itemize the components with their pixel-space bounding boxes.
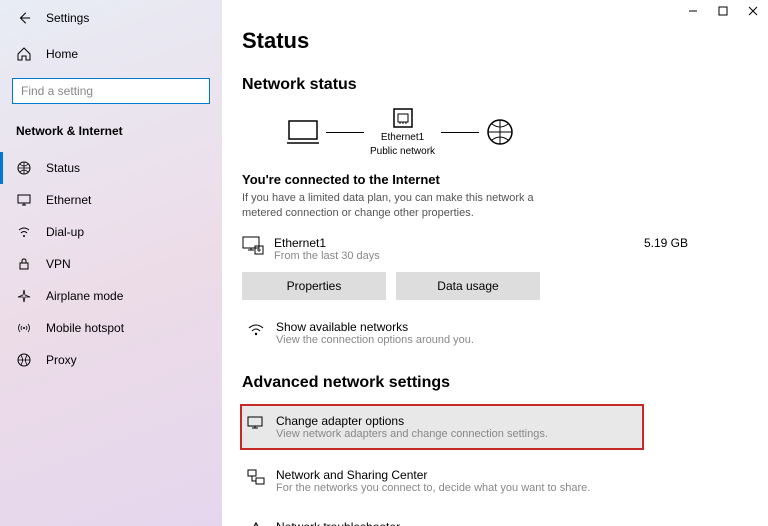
link-text: Change adapter options View network adap… bbox=[276, 414, 548, 440]
vpn-icon bbox=[16, 256, 32, 272]
link-sub: For the networks you connect to, decide … bbox=[276, 482, 590, 494]
nav-label: Proxy bbox=[46, 353, 77, 367]
computer-icon bbox=[286, 118, 320, 146]
back-button[interactable] bbox=[16, 10, 32, 26]
globe-large-icon bbox=[485, 117, 515, 147]
link-title: Network and Sharing Center bbox=[276, 468, 590, 482]
link-sub: View the connection options around you. bbox=[276, 334, 474, 346]
wifi-icon bbox=[246, 320, 266, 340]
diagram-adapter: Ethernet1 Public network bbox=[370, 106, 435, 158]
nav-hotspot[interactable]: Mobile hotspot bbox=[12, 312, 210, 344]
nav-label: Mobile hotspot bbox=[46, 321, 124, 335]
link-sub: View network adapters and change connect… bbox=[276, 428, 548, 440]
minimize-icon bbox=[688, 6, 698, 16]
globe-icon bbox=[16, 160, 32, 176]
connected-desc: If you have a limited data plan, you can… bbox=[242, 191, 572, 222]
search-input[interactable] bbox=[21, 84, 201, 98]
diagram-line bbox=[326, 132, 364, 133]
connection-info: Ethernet1 From the last 30 days bbox=[274, 236, 380, 262]
arrow-left-icon bbox=[17, 11, 31, 25]
window-controls bbox=[686, 4, 760, 18]
network-diagram: Ethernet1 Public network bbox=[286, 106, 748, 158]
hotspot-icon bbox=[16, 320, 32, 336]
properties-button[interactable]: Properties bbox=[242, 272, 386, 300]
airplane-icon bbox=[16, 288, 32, 304]
show-networks-link[interactable]: Show available networks View the connect… bbox=[242, 314, 748, 352]
connected-heading: You're connected to the Internet bbox=[242, 172, 748, 187]
close-button[interactable] bbox=[746, 4, 760, 18]
ethernet-adapter-icon bbox=[391, 106, 415, 130]
nav-label: Ethernet bbox=[46, 193, 91, 207]
nav-status[interactable]: Status bbox=[12, 152, 210, 184]
connection-row: Ethernet1 From the last 30 days 5.19 GB bbox=[242, 236, 748, 262]
titlebar-row: Settings bbox=[12, 10, 210, 26]
nav-label: VPN bbox=[46, 257, 71, 271]
ethernet-icon bbox=[242, 236, 264, 256]
network-sharing-center-link[interactable]: Network and Sharing Center For the netwo… bbox=[242, 462, 748, 500]
link-text: Network troubleshooter Diagnose and fix … bbox=[276, 520, 451, 526]
category-header: Network & Internet bbox=[12, 120, 210, 142]
dialup-icon bbox=[16, 224, 32, 240]
page-title: Status bbox=[242, 28, 748, 54]
network-troubleshooter-link[interactable]: Network troubleshooter Diagnose and fix … bbox=[242, 514, 748, 526]
connection-usage: 5.19 GB bbox=[644, 236, 688, 250]
network-status-heading: Network status bbox=[242, 76, 748, 94]
home-nav[interactable]: Home bbox=[12, 40, 210, 68]
maximize-icon bbox=[718, 6, 728, 16]
connection-name: Ethernet1 bbox=[274, 236, 380, 250]
change-adapter-options-link[interactable]: Change adapter options View network adap… bbox=[242, 406, 642, 448]
link-text: Network and Sharing Center For the netwo… bbox=[276, 468, 590, 494]
diagram-line bbox=[441, 132, 479, 133]
nav-vpn[interactable]: VPN bbox=[12, 248, 210, 280]
nav-proxy[interactable]: Proxy bbox=[12, 344, 210, 376]
minimize-button[interactable] bbox=[686, 4, 700, 18]
nav-label: Dial-up bbox=[46, 225, 84, 239]
nav-ethernet[interactable]: Ethernet bbox=[12, 184, 210, 216]
link-text: Show available networks View the connect… bbox=[276, 320, 474, 346]
sidebar: Settings Home Network & Internet Status … bbox=[0, 0, 222, 526]
search-box[interactable] bbox=[12, 78, 210, 104]
close-icon bbox=[748, 6, 758, 16]
maximize-button[interactable] bbox=[716, 4, 730, 18]
nav-label: Status bbox=[46, 161, 80, 175]
link-title: Show available networks bbox=[276, 320, 474, 334]
connection-period: From the last 30 days bbox=[274, 250, 380, 262]
monitor-icon bbox=[16, 192, 32, 208]
home-icon bbox=[16, 46, 32, 62]
nav-airplane[interactable]: Airplane mode bbox=[12, 280, 210, 312]
adapter-name: Ethernet1 bbox=[381, 132, 424, 144]
link-title: Change adapter options bbox=[276, 414, 548, 428]
link-title: Network troubleshooter bbox=[276, 520, 451, 526]
main-content: Status Network status Ethernet1 Public n… bbox=[222, 0, 768, 526]
advanced-heading: Advanced network settings bbox=[242, 374, 748, 392]
app-title: Settings bbox=[46, 11, 89, 25]
nav-dialup[interactable]: Dial-up bbox=[12, 216, 210, 248]
proxy-icon bbox=[16, 352, 32, 368]
troubleshooter-icon bbox=[246, 520, 266, 526]
home-label: Home bbox=[46, 47, 78, 61]
adapter-type: Public network bbox=[370, 146, 435, 158]
adapter-options-icon bbox=[246, 414, 266, 434]
data-usage-button[interactable]: Data usage bbox=[396, 272, 540, 300]
button-row: Properties Data usage bbox=[242, 272, 748, 300]
sharing-center-icon bbox=[246, 468, 266, 488]
nav-label: Airplane mode bbox=[46, 289, 123, 303]
